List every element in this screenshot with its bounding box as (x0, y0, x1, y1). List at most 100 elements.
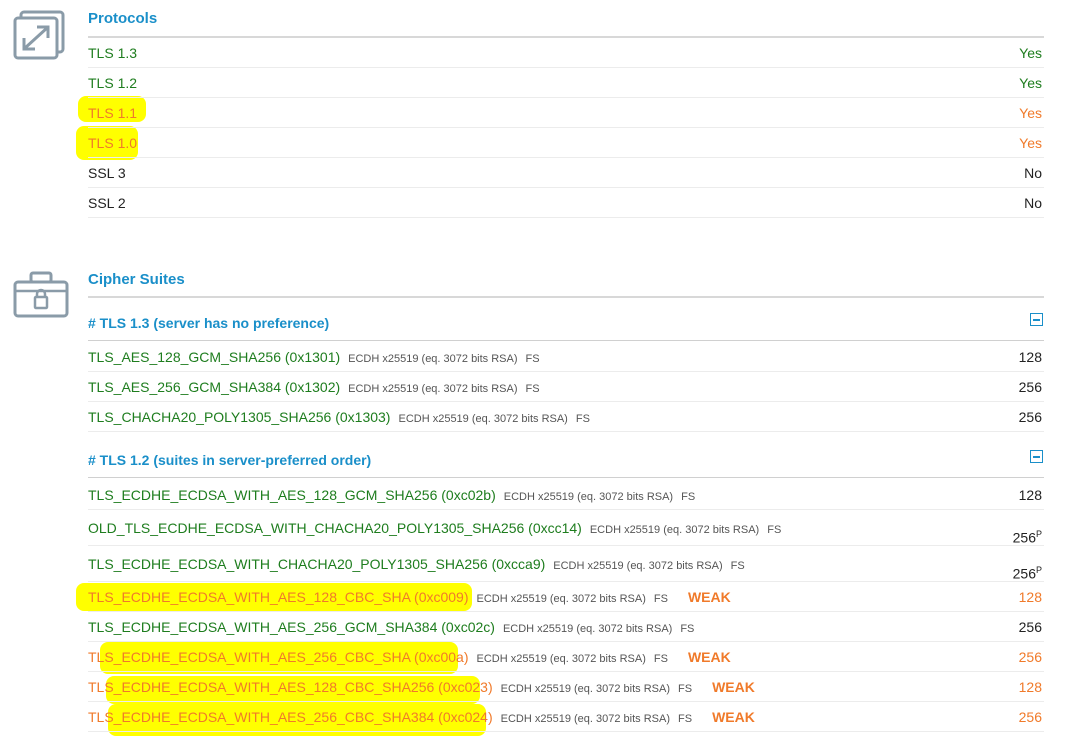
protocol-support-value: Yes (1019, 105, 1042, 121)
forward-secrecy-badge: FS (681, 490, 696, 503)
protocol-name: TLS 1.2 (88, 75, 138, 91)
collapse-minus-icon[interactable] (1030, 313, 1043, 326)
cipher-suite-row: TLS_ECDHE_ECDSA_WITH_AES_128_GCM_SHA256 … (88, 479, 1044, 510)
protocol-support-value: Yes (1019, 45, 1042, 61)
protocol-name: TLS 1.1 (88, 105, 138, 121)
cipher-bits-note: P (1035, 565, 1042, 575)
cipher-suite-line: TLS_ECDHE_ECDSA_WITH_AES_256_CBC_SHA (0x… (88, 648, 731, 668)
protocol-support-value: Yes (1019, 75, 1042, 91)
cipher-suite-code: (0xc00a) (414, 649, 469, 665)
cipher-suite-code: (0xc023) (438, 679, 493, 695)
protocol-row: TLS 1.0 Yes (88, 128, 1044, 158)
resize-arrows-icon (13, 10, 65, 65)
cipher-suite-line: TLS_ECDHE_ECDSA_WITH_AES_128_CBC_SHA256 … (88, 678, 755, 698)
cipher-bits: 128 (1019, 588, 1042, 606)
briefcase-lock-icon (13, 271, 69, 324)
cipher-key-exchange: ECDH x25519 (eq. 3072 bits RSA) (503, 490, 674, 503)
cipher-bits-value: 256 (1018, 379, 1042, 395)
cipher-suite-row: TLS_ECDHE_ECDSA_WITH_CHACHA20_POLY1305_S… (88, 546, 1044, 582)
cipher-bits-value: 128 (1018, 589, 1042, 605)
cipher-bits: 256P (1013, 561, 1042, 583)
cipher-bits-value: 256 (1018, 409, 1042, 425)
cipher-bits: 256 (1019, 648, 1042, 666)
weak-badge: WEAK (687, 649, 731, 665)
cipher-suite-name: TLS_ECDHE_ECDSA_WITH_AES_256_CBC_SHA384 (88, 709, 435, 725)
cipher-suite-row: TLS_ECDHE_ECDSA_WITH_AES_256_CBC_SHA (0x… (88, 642, 1044, 672)
cipher-bits-value: 256 (1018, 619, 1042, 635)
cipher-suite-line: TLS_AES_128_GCM_SHA256 (0x1301) ECDH x255… (88, 348, 540, 368)
cipher-group-header: # TLS 1.3 (server has no preference) (88, 309, 1044, 341)
cipher-bits: 256 (1019, 708, 1042, 726)
protocol-row: TLS 1.2 Yes (88, 68, 1044, 98)
collapse-minus-icon[interactable] (1030, 450, 1043, 463)
forward-secrecy-badge: FS (575, 413, 590, 425)
cipher-suite-line: TLS_ECDHE_ECDSA_WITH_AES_256_GCM_SHA384 … (88, 618, 694, 638)
cipher-suite-name: TLS_ECDHE_ECDSA_WITH_CHACHA20_POLY1305_S… (88, 556, 488, 572)
cipher-bits: 128 (1019, 678, 1042, 696)
cipher-suite-row: TLS_ECDHE_ECDSA_WITH_AES_256_CBC_SHA384 … (88, 702, 1044, 732)
cipher-suite-row: TLS_CHACHA20_POLY1305_SHA256 (0x1303) ECD… (88, 402, 1044, 432)
cipher-suite-name: TLS_ECDHE_ECDSA_WITH_AES_256_CBC_SHA (88, 649, 411, 665)
cipher-key-exchange: ECDH x25519 (eq. 3072 bits RSA) (500, 713, 670, 725)
cipher-suites-title: Cipher Suites (88, 271, 1044, 298)
cipher-suite-row: TLS_ECDHE_ECDSA_WITH_AES_256_GCM_SHA384 … (88, 612, 1044, 642)
cipher-key-exchange: ECDH x25519 (eq. 3072 bits RSA) (502, 623, 673, 635)
cipher-suite-code: (0xc024) (438, 709, 493, 725)
cipher-key-exchange: ECDH x25519 (eq. 3072 bits RSA) (589, 524, 760, 536)
cipher-suite-row: TLS_ECDHE_ECDSA_WITH_AES_128_CBC_SHA256 … (88, 672, 1044, 702)
cipher-bits-value: 256 (1018, 649, 1042, 665)
protocol-support-value: No (1024, 195, 1042, 211)
cipher-suite-code: (0xcca9) (491, 556, 546, 572)
cipher-bits: 256 (1019, 408, 1042, 426)
cipher-key-exchange: ECDH x25519 (eq. 3072 bits RSA) (398, 413, 568, 425)
cipher-suite-line: TLS_AES_256_GCM_SHA384 (0x1302) ECDH x255… (88, 378, 540, 398)
cipher-group-header: # TLS 1.2 (suites in server-preferred or… (88, 446, 1044, 478)
cipher-suite-code: (0x1301) (284, 349, 341, 365)
forward-secrecy-badge: FS (653, 653, 668, 665)
forward-secrecy-badge: FS (680, 623, 695, 635)
cipher-bits: 128 (1019, 348, 1042, 366)
cipher-bits-value: 256 (1012, 565, 1036, 582)
cipher-suite-name: TLS_AES_256_GCM_SHA384 (88, 379, 281, 395)
cipher-suite-code: (0xc02b) (441, 486, 496, 503)
weak-badge: WEAK (712, 679, 755, 695)
cipher-group-title: # TLS 1.2 (suites in server-preferred or… (88, 452, 372, 468)
cipher-suite-code: (0xcc14) (528, 520, 582, 536)
cipher-key-exchange: ECDH x25519 (eq. 3072 bits RSA) (500, 683, 670, 695)
cipher-suite-line: TLS_CHACHA20_POLY1305_SHA256 (0x1303) ECD… (88, 408, 590, 428)
protocol-support-value: Yes (1019, 135, 1042, 151)
cipher-bits: 256 (1019, 378, 1042, 396)
cipher-suite-row: TLS_ECDHE_ECDSA_WITH_AES_128_CBC_SHA (0x… (88, 582, 1044, 612)
protocols-title: Protocols (88, 10, 1044, 38)
cipher-key-exchange: ECDH x25519 (eq. 3072 bits RSA) (476, 653, 646, 665)
cipher-suite-name: TLS_ECDHE_ECDSA_WITH_AES_128_CBC_SHA (88, 589, 411, 605)
weak-badge: WEAK (712, 709, 755, 725)
cipher-group-title: # TLS 1.3 (server has no preference) (88, 315, 330, 331)
forward-secrecy-badge: FS (767, 524, 782, 536)
protocol-row: SSL 3 No (88, 158, 1044, 188)
cipher-suite-row: TLS_AES_256_GCM_SHA384 (0x1302) ECDH x255… (88, 372, 1044, 402)
cipher-suite-list: TLS_AES_128_GCM_SHA256 (0x1301) ECDH x255… (88, 342, 1044, 432)
cipher-bits-value: 256 (1018, 709, 1042, 725)
cipher-suite-code: (0x1303) (335, 409, 391, 425)
protocol-name: SSL 2 (88, 195, 126, 211)
forward-secrecy-badge: FS (653, 593, 668, 605)
cipher-suite-row: OLD_TLS_ECDHE_ECDSA_WITH_CHACHA20_POLY13… (88, 510, 1044, 546)
cipher-suite-name: TLS_AES_128_GCM_SHA256 (88, 349, 281, 365)
cipher-bits-value: 256 (1012, 529, 1036, 546)
cipher-suite-line: TLS_ECDHE_ECDSA_WITH_AES_128_CBC_SHA (0x… (88, 588, 731, 608)
protocols-list: TLS 1.3 Yes TLS 1.2 Yes TLS 1.1 Yes TLS 1.0 Yes… (88, 38, 1044, 218)
protocol-row: TLS 1.3 Yes (88, 38, 1044, 68)
weak-badge: WEAK (687, 589, 731, 605)
forward-secrecy-badge: FS (678, 713, 693, 725)
cipher-suite-code: (0xc02c) (441, 619, 495, 635)
cipher-suite-name: TLS_ECDHE_ECDSA_WITH_AES_128_CBC_SHA256 (88, 679, 435, 695)
cipher-key-exchange: ECDH x25519 (eq. 3072 bits RSA) (476, 593, 646, 605)
cipher-bits: 256P (1013, 525, 1042, 547)
protocol-row: SSL 2 No (88, 188, 1044, 218)
cipher-suite-list: TLS_ECDHE_ECDSA_WITH_AES_128_GCM_SHA256 … (88, 479, 1044, 732)
protocol-row: TLS 1.1 Yes (88, 98, 1044, 128)
forward-secrecy-badge: FS (678, 683, 693, 695)
cipher-bits: 256 (1019, 618, 1042, 636)
protocol-name: SSL 3 (88, 165, 126, 181)
